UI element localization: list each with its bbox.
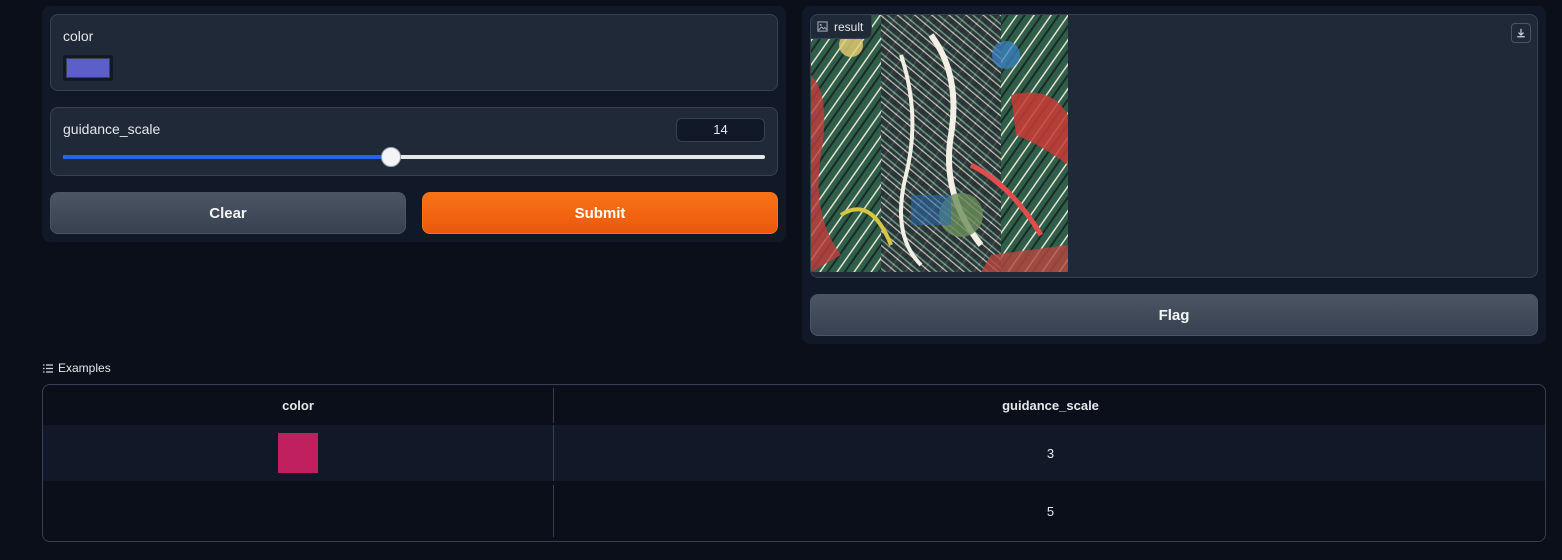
table-row[interactable]: 3	[43, 425, 1545, 481]
color-label: color	[63, 28, 94, 44]
examples-header-guidance-scale: guidance_scale	[1002, 397, 1099, 413]
guidance-scale-slider-thumb[interactable]	[380, 147, 401, 167]
guidance-scale-block: guidance_scale 14	[50, 107, 778, 176]
result-image-block: result	[810, 14, 1538, 278]
image-icon	[817, 21, 828, 32]
guidance-scale-slider-track[interactable]	[63, 155, 765, 159]
result-image	[811, 15, 1068, 272]
examples-title: Examples	[58, 361, 111, 375]
example-color-cell	[43, 425, 553, 481]
flag-button[interactable]: Flag	[810, 294, 1538, 336]
output-panel: result Flag	[802, 6, 1546, 344]
color-input-block: color	[50, 14, 778, 91]
submit-button[interactable]: Submit	[422, 192, 778, 234]
result-label: result	[834, 19, 864, 34]
download-button[interactable]	[1511, 23, 1531, 43]
guidance-scale-number-input[interactable]: 14	[676, 118, 765, 142]
examples-header-color: color	[282, 397, 314, 413]
color-picker[interactable]	[63, 55, 113, 81]
clear-button[interactable]: Clear	[50, 192, 406, 234]
example-color-swatch	[278, 433, 318, 473]
color-swatch	[66, 58, 110, 78]
download-icon	[1517, 28, 1525, 38]
example-guidance-scale-cell: 5	[1046, 503, 1055, 519]
example-guidance-scale-cell: 3	[1046, 445, 1055, 461]
examples-table: color guidance_scale 3 5	[42, 384, 1546, 542]
column-divider	[553, 388, 554, 423]
guidance-scale-slider-fill	[63, 155, 391, 159]
result-label-tag: result	[811, 15, 873, 39]
list-icon	[43, 363, 53, 373]
examples-header[interactable]: Examples	[43, 361, 111, 375]
guidance-scale-label: guidance_scale	[63, 121, 161, 137]
input-panel: color guidance_scale 14 Clear Submit	[42, 6, 786, 242]
table-row[interactable]: 5	[43, 481, 1545, 541]
example-color-cell	[43, 481, 553, 541]
